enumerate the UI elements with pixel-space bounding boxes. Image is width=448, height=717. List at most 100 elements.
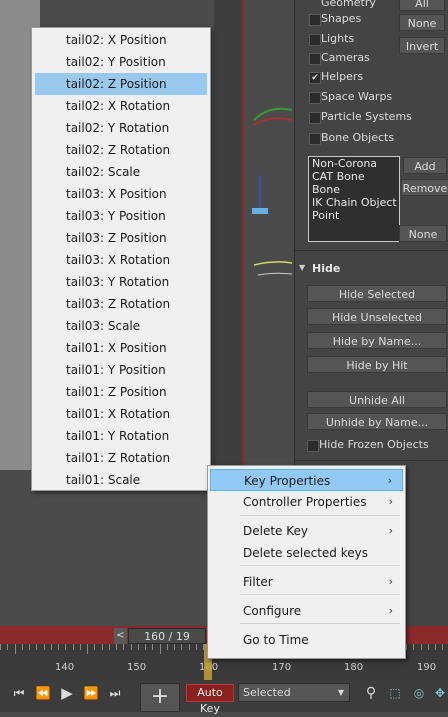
selection-set-value: Selected [243,686,291,699]
menu-item-delete-key[interactable]: Delete Key › [210,520,403,542]
none-button-2[interactable]: None [399,225,447,242]
label-hide-frozen: Hide Frozen Objects [319,438,429,451]
ruler-tick [94,644,96,650]
track-list-popup[interactable]: tail02: X Position tail02: Y Position tail… [31,27,211,491]
prev-time-arrow[interactable]: < [114,628,127,644]
menu-item-go-to-time[interactable]: Go to Time [210,629,403,651]
hide-rollout-header[interactable]: ▼ Hide [295,260,448,278]
hide-by-name-button[interactable]: Hide by Name... [307,332,447,349]
time-slider-frame[interactable]: 160 / 19 [128,628,206,644]
checkbox-helpers[interactable]: ✔ [309,72,321,84]
checkbox-particle-systems[interactable] [309,112,321,124]
list-item[interactable]: CAT Bone [309,170,399,183]
menu-separator [240,565,400,566]
label-shapes: Shapes [321,12,362,25]
chevron-right-icon: › [388,575,393,588]
track-item[interactable]: tail02: Z Rotation [35,139,207,161]
track-item[interactable]: tail02: Y Rotation [35,117,207,139]
unhide-by-name-button[interactable]: Unhide by Name... [307,413,447,430]
track-item[interactable]: tail03: Y Position [35,205,207,227]
track-item[interactable]: tail01: X Position [35,337,207,359]
hide-unselected-button[interactable]: Hide Unselected [307,308,447,325]
track-item[interactable]: tail01: Z Position [35,381,207,403]
checkbox-hide-frozen[interactable] [307,440,319,452]
unhide-all-button[interactable]: Unhide All [307,391,447,408]
ruler-label: 150 [127,662,147,673]
search-icon[interactable]: ⚲ [362,684,380,702]
prev-frame-icon[interactable]: ⏪ [34,684,52,702]
ruler-tick [87,644,88,654]
ruler-tick [145,644,146,650]
auto-key-button[interactable]: Auto Key [186,684,234,715]
list-item[interactable]: IK Chain Object [309,196,399,209]
all-button[interactable]: All [399,0,445,11]
menu-item-configure[interactable]: Configure › [210,600,403,622]
track-item[interactable]: tail01: Z Rotation [35,447,207,469]
checkbox-shapes[interactable] [309,14,321,26]
ruler-tick [174,644,175,650]
track-item[interactable]: tail03: Z Position [35,227,207,249]
list-item[interactable]: Point [309,209,399,222]
checkbox-lights[interactable] [309,34,321,46]
none-button[interactable]: None [399,14,445,31]
label-helpers: Helpers [321,70,364,83]
track-item[interactable]: tail01: Scale [35,469,207,491]
ruler-tick [29,644,30,650]
play-icon[interactable]: ▶ [58,684,76,702]
context-menu: Key Properties › Controller Properties › Del… [207,465,406,659]
track-item[interactable]: tail02: X Rotation [35,95,207,117]
zoom-extents-icon[interactable]: ⬚ [386,684,404,702]
list-item[interactable]: Non-Corona [309,157,399,170]
checkbox-cameras[interactable] [309,53,321,65]
ruler-tick [116,644,117,650]
track-item[interactable]: tail03: X Rotation [35,249,207,271]
track-item[interactable]: tail02: Z Position [35,73,207,95]
class-list[interactable]: Non-Corona CAT Bone Bone IK Chain Object… [308,156,400,242]
ruler-tick [195,644,197,650]
go-to-start-icon[interactable]: ⏮ [10,684,28,702]
viewport-gizmo [252,107,293,276]
track-item[interactable]: tail03: Z Rotation [35,293,207,315]
menu-item-label: Configure [243,604,302,618]
ruler-tick [137,644,139,650]
ruler-label: 140 [55,662,75,673]
track-item[interactable]: tail03: Scale [35,315,207,337]
ruler-tick [406,644,407,650]
ruler-tick [43,644,45,650]
chevron-right-icon: › [388,604,393,617]
track-item[interactable]: tail02: Scale [35,161,207,183]
checkbox-bone-objects[interactable] [309,133,321,145]
track-item[interactable]: tail01: X Rotation [35,403,207,425]
menu-item-delete-selected-keys[interactable]: Delete selected keys [210,542,403,564]
track-item[interactable]: tail03: X Position [35,183,207,205]
menu-item-controller-properties[interactable]: Controller Properties › [210,491,403,513]
ruler-tick [21,644,23,650]
field-of-view-icon[interactable]: ✥ [432,684,448,702]
checkbox-space-warps[interactable] [309,92,321,104]
label-cameras: Cameras [321,51,370,64]
invert-button[interactable]: Invert [399,37,445,54]
divider [295,460,448,461]
selection-set-dropdown[interactable]: Selected ▼ [238,683,350,702]
remove-button[interactable]: Remove [401,179,448,196]
track-item[interactable]: tail01: Y Rotation [35,425,207,447]
next-frame-icon[interactable]: ⏩ [82,684,100,702]
list-item[interactable]: Bone [309,183,399,196]
menu-item-key-properties[interactable]: Key Properties › [210,469,403,491]
menu-item-filter[interactable]: Filter › [210,571,403,593]
menu-item-label: Controller Properties [243,495,367,509]
hide-by-hit-button[interactable]: Hide by Hit [307,356,447,373]
ruler-tick [123,644,125,650]
track-item[interactable]: tail02: X Position [35,29,207,51]
zoom-selected-icon[interactable]: ◎ [410,684,428,702]
label-space-warps: Space Warps [321,90,393,103]
geometry-label: Geometry [321,0,376,9]
add-button[interactable]: Add [403,157,447,174]
add-key-icon[interactable]: + [140,683,180,712]
track-item[interactable]: tail02: Y Position [35,51,207,73]
track-item[interactable]: tail01: Y Position [35,359,207,381]
ruler-label: 170 [272,662,292,673]
hide-selected-button[interactable]: Hide Selected [307,285,447,302]
go-to-end-icon[interactable]: ⏭ [106,684,124,702]
track-item[interactable]: tail03: Y Rotation [35,271,207,293]
